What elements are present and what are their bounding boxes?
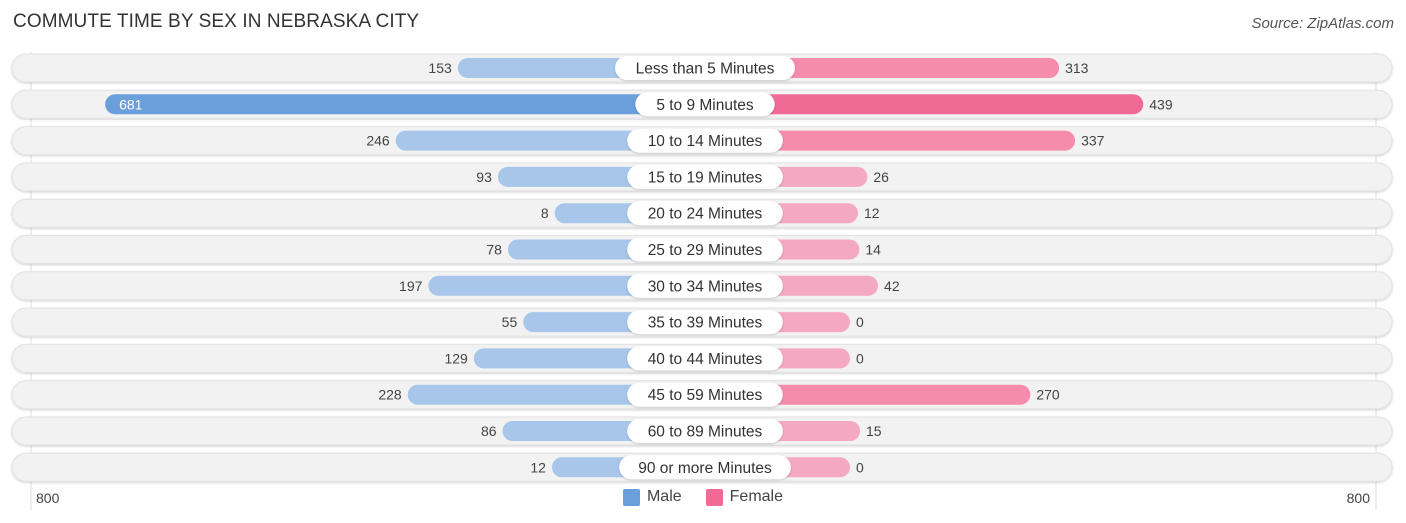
category-label: 5 to 9 Minutes [656,97,754,114]
table-row[interactable]: 60 to 89 Minutes 86 15 [11,416,1393,446]
male-value-label: 86 [481,423,497,439]
category-label: 20 to 24 Minutes [648,206,763,223]
female-value-label: 42 [884,278,900,294]
category-label: 45 to 59 Minutes [648,387,763,404]
category-label: 15 to 19 Minutes [648,169,763,186]
table-row[interactable]: 40 to 44 Minutes 129 0 [11,343,1393,373]
table-row[interactable]: Less than 5 Minutes 153 313 [11,53,1393,83]
male-value-label: 681 [119,96,143,112]
chart-plot: Less than 5 Minutes 153 313 5 to 9 Minutes 6… [11,52,1393,510]
female-value-label: 313 [1065,60,1089,76]
male-value-label: 12 [530,459,546,475]
female-value-label: 0 [856,314,864,330]
male-value-label: 197 [399,278,423,294]
table-row[interactable]: 45 to 59 Minutes 228 270 [11,380,1393,410]
female-value-label: 0 [856,350,864,366]
male-value-label: 129 [444,350,468,366]
category-label: Less than 5 Minutes [636,61,775,78]
female-value-label: 14 [865,242,881,258]
category-label: 40 to 44 Minutes [648,351,763,368]
female-value-label: 337 [1081,133,1105,149]
legend: Male Female [0,488,1406,506]
legend-item-female[interactable]: Female [705,488,784,506]
female-value-label: 0 [856,459,864,475]
male-value-label: 93 [476,169,492,185]
table-row[interactable]: 35 to 39 Minutes 55 0 [11,307,1393,337]
male-value-label: 228 [378,387,402,403]
legend-label-female: Female [729,488,784,505]
male-value-label: 153 [428,60,452,76]
legend-swatch-female [705,488,723,506]
female-value-label: 26 [873,169,889,185]
category-label: 30 to 34 Minutes [648,278,763,295]
table-row[interactable]: 20 to 24 Minutes 8 12 [11,198,1393,228]
table-row[interactable]: 15 to 19 Minutes 93 26 [11,162,1393,192]
legend-swatch-male [622,488,640,506]
male-value-label: 78 [486,242,502,258]
legend-label-male: Male [646,488,682,505]
table-row[interactable]: 10 to 14 Minutes 246 337 [11,126,1393,156]
table-row[interactable]: 90 or more Minutes 12 0 [11,452,1393,482]
male-value-label: 55 [502,314,518,330]
category-label: 90 or more Minutes [638,460,772,477]
male-bar [105,94,706,115]
category-label: 25 to 29 Minutes [648,242,763,259]
legend-item-male[interactable]: Male [622,488,682,506]
male-value-label: 246 [366,133,390,149]
female-value-label: 270 [1036,387,1060,403]
female-value-label: 15 [866,423,882,439]
table-row[interactable]: 30 to 34 Minutes 197 42 [11,271,1393,301]
table-row[interactable]: 25 to 29 Minutes 78 14 [11,235,1393,264]
category-label: 10 to 14 Minutes [648,133,763,150]
category-label: 35 to 39 Minutes [648,315,763,332]
category-label: 60 to 89 Minutes [648,424,763,441]
table-row[interactable]: 5 to 9 Minutes 681 439 [11,89,1393,119]
female-value-label: 12 [864,205,880,221]
female-value-label: 439 [1149,96,1173,112]
male-value-label: 8 [541,205,549,221]
